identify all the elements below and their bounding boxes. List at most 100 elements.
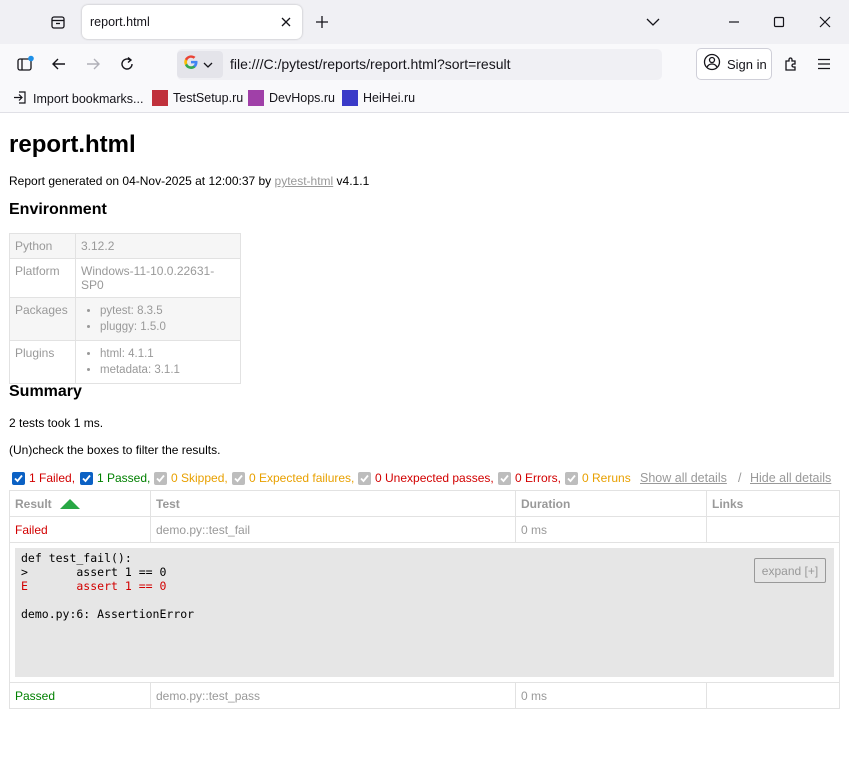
- test-cell: demo.py::test_pass: [150, 682, 516, 709]
- failure-log: def test_fail(): > assert 1 == 0E assert …: [15, 548, 834, 677]
- env-value: html: 4.1.1 metadata: 3.1.1: [75, 340, 241, 384]
- maximize-icon[interactable]: [767, 10, 791, 34]
- list-item: html: 4.1.1: [100, 346, 235, 362]
- generated-text: Report generated on 04-Nov-2025 at 12:00…: [9, 174, 275, 188]
- filter-label: 0 Skipped,: [171, 471, 228, 485]
- tab-list-icon[interactable]: [46, 10, 70, 34]
- bookmark-favicon-icon: [248, 90, 264, 106]
- checkbox-disabled-icon[interactable]: [358, 471, 371, 485]
- navigation-toolbar: file:///C:/pytest/reports/report.html?so…: [0, 44, 849, 84]
- checkbox-disabled-icon[interactable]: [154, 471, 167, 485]
- test-cell: demo.py::test_fail: [150, 516, 516, 543]
- env-row: Python 3.12.2: [9, 233, 241, 259]
- filter-reruns[interactable]: 0 Reruns: [565, 471, 631, 485]
- bookmark-devhops[interactable]: DevHops.ru: [248, 90, 335, 106]
- chevron-down-icon[interactable]: [641, 10, 665, 34]
- page-title: report.html: [9, 131, 136, 158]
- checkbox-disabled-icon[interactable]: [565, 471, 578, 485]
- env-key: Platform: [9, 258, 76, 298]
- filter-hint: (Un)check the boxes to filter the result…: [9, 443, 221, 457]
- filter-label: 0 Errors,: [515, 471, 562, 485]
- column-header-test[interactable]: Test: [150, 490, 516, 517]
- forward-icon[interactable]: [81, 52, 105, 76]
- account-icon: [703, 53, 721, 76]
- url-bar[interactable]: file:///C:/pytest/reports/report.html?so…: [177, 49, 662, 80]
- expand-button[interactable]: expand [+]: [754, 558, 826, 583]
- filter-label: 0 Expected failures,: [249, 471, 355, 485]
- filter-label: 1 Passed,: [97, 471, 151, 485]
- filter-failed[interactable]: 1 Failed,: [12, 471, 75, 485]
- summary-heading: Summary: [9, 383, 82, 400]
- back-icon[interactable]: [47, 52, 71, 76]
- column-header-result[interactable]: Result: [9, 490, 151, 517]
- filter-errors[interactable]: 0 Errors,: [498, 471, 561, 485]
- bookmark-favicon-icon: [342, 90, 358, 106]
- bookmark-label: HeiHei.ru: [363, 91, 416, 105]
- menu-icon[interactable]: [812, 52, 836, 76]
- table-row[interactable]: Failed demo.py::test_fail 0 ms: [9, 516, 840, 543]
- env-key: Python: [9, 233, 76, 259]
- close-window-icon[interactable]: [813, 10, 837, 34]
- filter-expected-failures[interactable]: 0 Expected failures,: [232, 471, 354, 485]
- close-tab-icon[interactable]: [276, 12, 296, 32]
- env-key: Packages: [9, 297, 76, 341]
- bookmark-label: Import bookmarks...: [33, 92, 144, 106]
- extra-cell: def test_fail(): > assert 1 == 0E assert …: [9, 542, 840, 683]
- checkbox-checked-icon[interactable]: [80, 471, 93, 485]
- bookmark-import[interactable]: Import bookmarks...: [13, 90, 143, 108]
- env-key: Plugins: [9, 340, 76, 384]
- env-row: Packages pytest: 8.3.5 pluggy: 1.5.0: [9, 297, 241, 341]
- result-cell[interactable]: Failed: [9, 516, 151, 543]
- log-line-error: E assert 1 == 0: [21, 579, 167, 593]
- result-cell[interactable]: Passed: [9, 682, 151, 709]
- list-item: metadata: 3.1.1: [100, 362, 235, 378]
- filter-passed[interactable]: 1 Passed,: [80, 471, 150, 485]
- show-all-details-link[interactable]: Show all details: [640, 471, 727, 485]
- sign-in-label: Sign in: [727, 56, 767, 72]
- bookmark-favicon-icon: [152, 90, 168, 106]
- reload-icon[interactable]: [115, 52, 139, 76]
- checkbox-disabled-icon[interactable]: [498, 471, 511, 485]
- generated-line: Report generated on 04-Nov-2025 at 12:00…: [9, 174, 369, 188]
- log-line: def test_fail():: [21, 551, 132, 565]
- url-text[interactable]: file:///C:/pytest/reports/report.html?so…: [230, 56, 511, 72]
- import-icon: [13, 90, 28, 108]
- summary-text: 2 tests took 1 ms.: [9, 416, 104, 430]
- env-value: Windows-11-10.0.22631-SP0: [75, 258, 241, 298]
- env-value: pytest: 8.3.5 pluggy: 1.5.0: [75, 297, 241, 341]
- bookmark-label: DevHops.ru: [269, 91, 335, 105]
- pytest-html-link[interactable]: pytest-html: [275, 174, 334, 188]
- bookmarks-toolbar: Import bookmarks... TestSetup.ru DevHops…: [0, 84, 849, 113]
- filter-label: 0 Reruns: [582, 471, 631, 485]
- column-header-links[interactable]: Links: [706, 490, 840, 517]
- env-value: 3.12.2: [75, 233, 241, 259]
- new-tab-icon[interactable]: [310, 10, 334, 34]
- checkbox-disabled-icon[interactable]: [232, 471, 245, 485]
- tab-title: report.html: [90, 15, 150, 29]
- sidebar-toggle-icon[interactable]: [13, 52, 37, 76]
- bookmark-label: TestSetup.ru: [173, 91, 244, 105]
- bookmark-testsetup[interactable]: TestSetup.ru: [152, 90, 243, 106]
- tab-report[interactable]: report.html: [82, 5, 302, 39]
- sign-in-button[interactable]: Sign in: [696, 48, 772, 80]
- title-bar: report.html: [0, 0, 849, 44]
- chevron-down-icon: [203, 56, 213, 74]
- minimize-icon[interactable]: [722, 10, 746, 34]
- environment-heading: Environment: [9, 201, 107, 218]
- result-filters: 1 Failed, 1 Passed, 0 Skipped, 0 Expecte…: [12, 471, 842, 487]
- filter-unexpected-passes[interactable]: 0 Unexpected passes,: [358, 471, 494, 485]
- google-icon: [183, 54, 199, 75]
- search-engine-button[interactable]: [177, 51, 223, 78]
- filter-skipped[interactable]: 0 Skipped,: [154, 471, 228, 485]
- env-row: Platform Windows-11-10.0.22631-SP0: [9, 258, 241, 298]
- list-item: pluggy: 1.5.0: [100, 319, 235, 335]
- hide-all-details-link[interactable]: Hide all details: [750, 471, 831, 485]
- checkbox-checked-icon[interactable]: [12, 471, 25, 485]
- plugins-list: html: 4.1.1 metadata: 3.1.1: [81, 346, 235, 378]
- extensions-icon[interactable]: [779, 52, 803, 76]
- results-table: Result Test Duration Links Failed demo.p…: [9, 490, 840, 709]
- column-header-duration[interactable]: Duration: [515, 490, 707, 517]
- duration-cell: 0 ms: [515, 682, 707, 709]
- table-row[interactable]: Passed demo.py::test_pass 0 ms: [9, 682, 840, 709]
- bookmark-heihei[interactable]: HeiHei.ru: [342, 90, 415, 106]
